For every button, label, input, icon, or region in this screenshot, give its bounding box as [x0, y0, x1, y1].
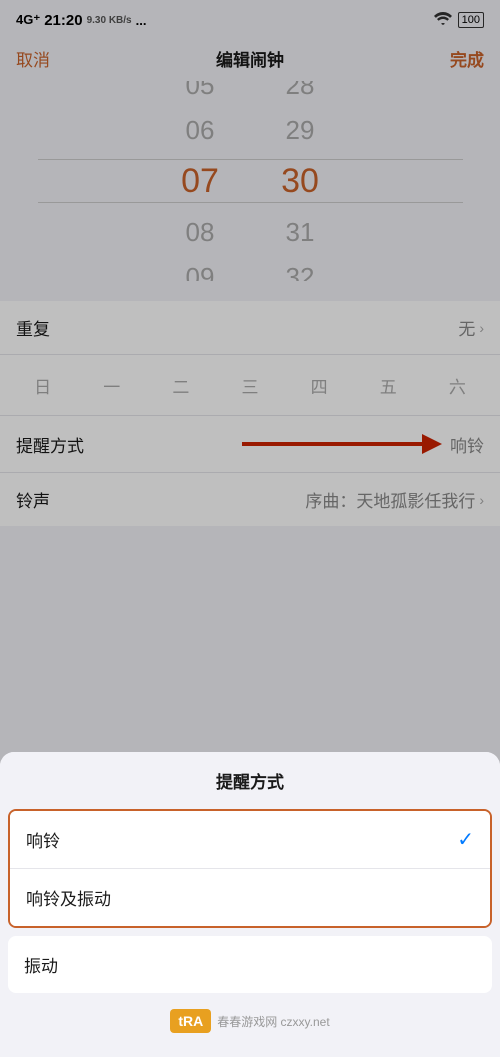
watermark-badge: tRA	[170, 1009, 211, 1033]
option-ring-label: 响铃	[26, 827, 60, 852]
modal-options-selected: 响铃 ✓ 响铃及振动	[8, 809, 492, 928]
modal-sheet: 提醒方式 响铃 ✓ 响铃及振动 振动 tRA 春春游戏网 czxxy.net	[0, 752, 500, 1057]
modal-title: 提醒方式	[0, 752, 500, 809]
modal-options-other: 振动	[8, 936, 492, 993]
check-mark-icon: ✓	[457, 827, 474, 852]
modal-overlay[interactable]: 提醒方式 响铃 ✓ 响铃及振动 振动 tRA 春春游戏网 czxxy.net	[0, 0, 500, 1057]
watermark-site: 春春游戏网 czxxy.net	[217, 1013, 329, 1030]
option-vibrate[interactable]: 振动	[8, 936, 492, 993]
option-vibrate-label: 振动	[24, 952, 58, 977]
option-ring[interactable]: 响铃 ✓	[10, 811, 490, 869]
option-ring-vibrate-label: 响铃及振动	[26, 885, 111, 910]
watermark-area: tRA 春春游戏网 czxxy.net	[0, 993, 500, 1037]
option-ring-vibrate[interactable]: 响铃及振动	[10, 869, 490, 926]
